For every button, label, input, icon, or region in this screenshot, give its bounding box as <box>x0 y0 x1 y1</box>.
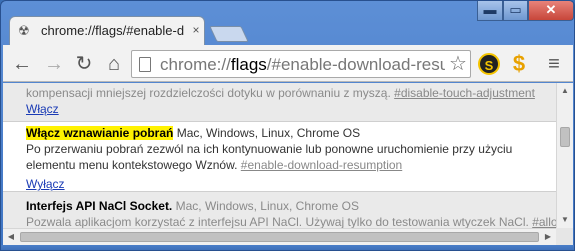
bookmark-star-icon[interactable]: ☆ <box>448 53 468 75</box>
experiment-header: Interfejs API NaCl Socket. Mac, Windows,… <box>26 198 556 214</box>
experiment-description-line: kompensacji mniejszej rozdzielczości dot… <box>26 85 556 101</box>
back-arrow-icon[interactable]: ← <box>11 53 33 75</box>
window-frame-bottom <box>1 245 574 250</box>
horizontal-scroll-thumb[interactable] <box>20 232 539 242</box>
maximize-button[interactable]: ▭ <box>503 1 528 21</box>
enable-link[interactable]: Włącz <box>26 101 59 117</box>
vertical-scroll-thumb[interactable] <box>560 127 570 147</box>
scroll-left-arrow-icon[interactable]: ◀ <box>3 229 19 245</box>
experiment-nacl-socket: Interfejs API NaCl Socket. Mac, Windows,… <box>3 195 556 228</box>
address-bar[interactable]: chrome://flags/#enable-download-resum ☆ <box>131 50 471 78</box>
experiment-title: Interfejs API NaCl Socket. <box>26 199 173 213</box>
scroll-right-arrow-icon[interactable]: ▶ <box>540 229 556 245</box>
close-window-button[interactable]: ✕ <box>528 1 574 21</box>
experiment-title: Włącz wznawianie pobrań <box>26 126 174 140</box>
home-icon[interactable]: ⌂ <box>103 53 125 75</box>
experiment-header: Włącz wznawianie pobrań Mac, Windows, Li… <box>26 125 556 141</box>
experiment-anchor-link[interactable]: #disable-touch-adjustment <box>394 86 535 100</box>
radiation-icon: ☢ <box>18 23 30 38</box>
scroll-up-arrow-icon[interactable]: ▲ <box>557 83 573 99</box>
experiment-platforms: Mac, Windows, Linux, Chrome OS <box>176 126 361 140</box>
tab-close-icon[interactable]: × <box>189 23 203 37</box>
url-scheme: chrome:// <box>160 55 231 74</box>
page-icon <box>139 57 151 72</box>
experiment-platforms: Mac, Windows, Linux, Chrome OS <box>175 199 360 213</box>
address-text[interactable]: chrome://flags/#enable-download-resum <box>160 55 445 75</box>
experiment-description: kompensacji mniejszej rozdzielczości dot… <box>26 86 391 100</box>
disable-link[interactable]: Wyłącz <box>26 176 65 192</box>
experiment-download-resumption: Włącz wznawianie pobrań Mac, Windows, Li… <box>3 121 556 192</box>
vertical-scrollbar[interactable]: ▲ ▼ <box>556 83 573 228</box>
url-path: /#enable-download-resum <box>266 55 445 74</box>
new-tab-button[interactable] <box>209 26 249 42</box>
url-host: flags <box>230 55 267 74</box>
experiment-anchor-link[interactable]: #allow-nacl-socket <box>532 215 556 228</box>
reload-icon[interactable]: ↻ <box>73 53 95 75</box>
forward-arrow-icon[interactable]: → <box>43 53 65 75</box>
extension-dollar-icon[interactable]: $ <box>508 53 530 75</box>
toolbar: ← → ↻ ⌂ chrome://flags/#enable-download-… <box>3 45 573 82</box>
experiment-description: Pozwala aplikacjom korzystać z interfejs… <box>26 215 529 228</box>
experiment-anchor-link[interactable]: #enable-download-resumption <box>241 158 402 172</box>
experiment-description-line: Pozwala aplikacjom korzystać z interfejs… <box>26 214 556 228</box>
tab-strip: ☢ chrome://flags/#enable-d × ▬ ▭ ✕ <box>1 1 574 46</box>
horizontal-scrollbar[interactable]: ◀ ▶ <box>3 228 556 245</box>
tab-title: chrome://flags/#enable-d <box>41 23 185 38</box>
menu-icon[interactable]: ≡ <box>543 53 565 75</box>
flags-content: kompensacji mniejszej rozdzielczości dot… <box>3 83 556 228</box>
browser-window: ☢ chrome://flags/#enable-d × ▬ ▭ ✕ ← → ↻… <box>0 0 575 251</box>
scroll-down-arrow-icon[interactable]: ▼ <box>557 212 573 228</box>
scrollbar-corner <box>556 228 573 245</box>
minimize-button[interactable]: ▬ <box>477 1 503 21</box>
extension-icon[interactable]: S <box>478 53 500 75</box>
experiment-touch-adjustment: kompensacji mniejszej rozdzielczości dot… <box>3 83 556 119</box>
experiment-description-block: Po przerwaniu pobrań zezwól na ich konty… <box>26 141 541 173</box>
